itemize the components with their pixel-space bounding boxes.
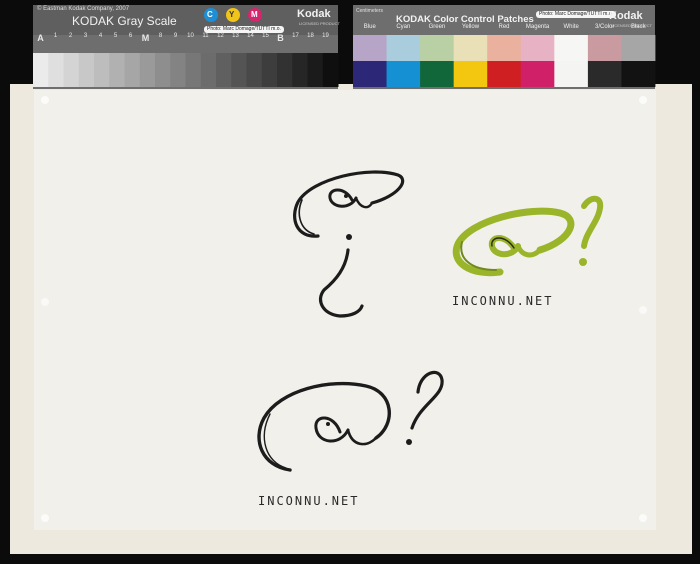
gray-step: [216, 53, 232, 87]
clip-mark: [41, 298, 49, 306]
gray-step: [94, 53, 110, 87]
patch-label: Red: [498, 24, 510, 30]
color-patch-dark: [353, 61, 387, 87]
gray-step: [261, 53, 278, 87]
color-patch-light: [420, 35, 455, 61]
color-patch-dark: [587, 61, 622, 87]
color-patch-dark: [554, 61, 589, 87]
color-patch-light: [621, 35, 656, 61]
color-card-sticker: Photo: Marc Domage/TUTTI m.o.: [536, 11, 616, 18]
color-patch-dark: [453, 61, 488, 87]
scale-label: 10: [187, 33, 194, 39]
gray-step: [200, 53, 217, 87]
scale-label: 2: [68, 33, 73, 39]
patch-label: Black: [630, 24, 646, 30]
scale-label: 18: [307, 33, 314, 39]
scale-label: 9: [173, 33, 178, 39]
clip-mark: [41, 514, 49, 522]
kodak-logo: Kodak: [297, 8, 331, 20]
gray-step: [139, 53, 156, 87]
color-patch-dark: [487, 61, 522, 87]
color-patch-light: [520, 35, 555, 61]
patch-label: Cyan: [396, 24, 411, 30]
scale-label: 15: [262, 33, 269, 39]
color-patch-light: [386, 35, 421, 61]
scale-label: 3: [83, 33, 88, 39]
color-patch-light: [353, 35, 387, 61]
centimeters-label: Centimeters: [356, 8, 383, 14]
patch-label: Green: [428, 24, 446, 30]
clip-mark: [639, 96, 647, 104]
clip-mark: [639, 514, 647, 522]
gray-step: [63, 53, 80, 87]
clip-mark: [41, 96, 49, 104]
clip-mark: [639, 306, 647, 314]
magenta-letter: M: [251, 10, 258, 19]
gray-card-copyright: © Eastman Kodak Company, 2007: [37, 6, 130, 12]
color-patches-bottom-row: [353, 61, 656, 87]
color-patch-light: [587, 35, 622, 61]
gray-step: [155, 53, 171, 87]
color-patch-labels: Blue Cyan Green Yellow Red Magenta White 3/Colo…: [353, 24, 655, 30]
caption-bottom: INCONNU.NET: [258, 494, 360, 508]
scale-label: 4: [98, 33, 103, 39]
licensed-product-label: LICENSED PRODUCT: [299, 21, 340, 26]
photo-credit-sticker: Photo: Marc Domage/TUTTI m.o.: [204, 26, 284, 33]
gray-step: [109, 53, 125, 87]
patch-label: White: [563, 24, 579, 30]
scale-label: M: [141, 33, 150, 43]
gray-scale-labels: A 1 2 3 4 5 6 M 8 9 10 11 12 13 14 15 B 17 18 19: [33, 33, 333, 49]
patch-label: Magenta: [525, 24, 550, 30]
scale-label: 19: [322, 33, 329, 39]
gray-step: [33, 53, 49, 87]
gray-scale-strip: [33, 53, 339, 87]
gray-step: [78, 53, 95, 87]
paper-sheet: [34, 90, 656, 530]
color-patch-dark: [520, 61, 555, 87]
gray-step: [48, 53, 64, 87]
patch-label: Yellow: [461, 24, 480, 30]
yellow-letter: Y: [229, 10, 235, 19]
scale-label: 1: [53, 33, 58, 39]
cyan-letter: C: [207, 10, 213, 19]
scale-label: A: [37, 33, 44, 43]
gray-step: [322, 53, 339, 87]
scale-label: 13: [232, 33, 239, 39]
color-patch-light: [453, 35, 488, 61]
gray-step: [277, 53, 293, 87]
gray-step: [185, 53, 202, 87]
color-patch-dark: [420, 61, 455, 87]
scale-label: 8: [158, 33, 163, 39]
color-patch-light: [554, 35, 589, 61]
scale-label: 14: [247, 33, 254, 39]
gray-step: [246, 53, 263, 87]
scale-label: 11: [202, 33, 209, 39]
scale-label: 17: [292, 33, 299, 39]
photograph: [10, 5, 692, 554]
gray-step: [124, 53, 141, 87]
patch-label: 3/Color: [595, 24, 615, 30]
gray-card-title: KODAK Gray Scale: [72, 14, 177, 28]
gray-step: [170, 53, 186, 87]
kodak-logo-color-card: Kodak: [609, 10, 643, 22]
scale-label: 5: [113, 33, 118, 39]
scale-label: 6: [128, 33, 133, 39]
gray-step: [292, 53, 308, 87]
patch-label: Blue: [363, 24, 376, 30]
gray-step: [307, 53, 324, 87]
caption-right: INCONNU.NET: [452, 294, 554, 308]
gray-step: [231, 53, 247, 87]
color-patch-light: [487, 35, 522, 61]
color-patches-top-row: [353, 35, 656, 61]
scale-label: B: [277, 33, 284, 43]
color-patch-dark: [621, 61, 656, 87]
scale-label: 12: [217, 33, 224, 39]
color-patch-dark: [386, 61, 421, 87]
